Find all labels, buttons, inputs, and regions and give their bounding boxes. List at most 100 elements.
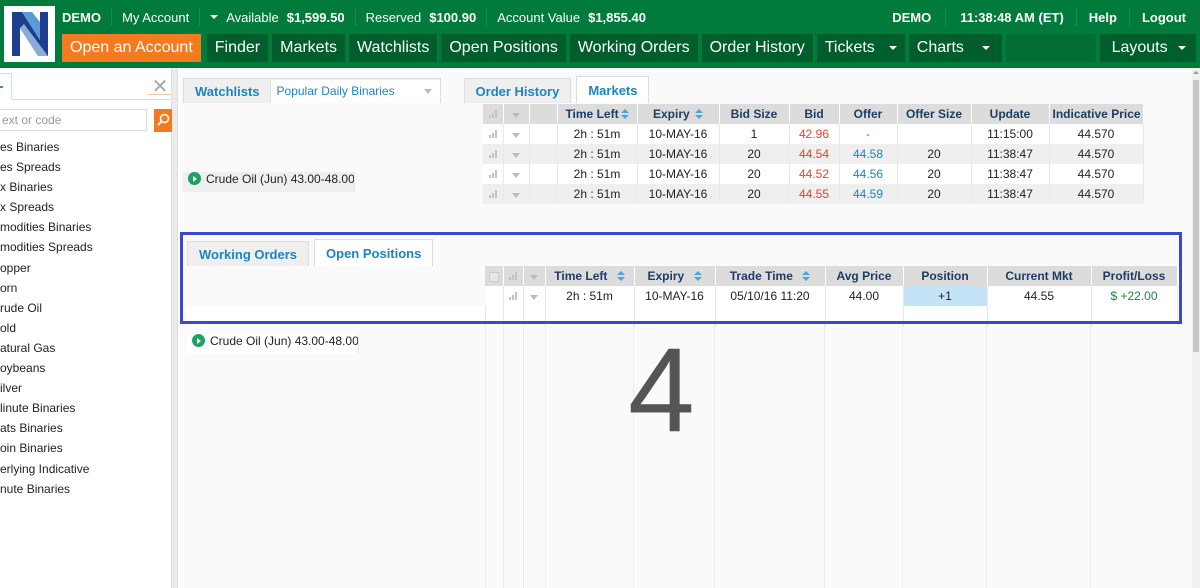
market-search-input[interactable] xyxy=(0,109,147,131)
category-item[interactable]: modities Binaries xyxy=(0,217,170,237)
col-time-left[interactable]: Time Left xyxy=(545,266,635,286)
offer-cell[interactable]: - xyxy=(839,124,898,144)
tab-order-history[interactable]: Order History xyxy=(463,78,572,103)
col-time-left[interactable]: Time Left xyxy=(557,104,638,124)
nav-working-orders-label: Working Orders xyxy=(577,39,690,56)
market-row[interactable]: Crude Oil (Jun) 43.00-48.00 (2:30PM) 2h :… xyxy=(183,172,1144,204)
chevron-down-icon xyxy=(530,295,538,300)
help-link[interactable]: Help xyxy=(1089,10,1117,25)
signal-cell[interactable] xyxy=(483,184,504,204)
positions-panel-tabs: Working Orders Open Positions xyxy=(187,238,438,266)
panel-splitter[interactable] xyxy=(172,68,178,588)
nav-open-positions[interactable]: Open Positions xyxy=(441,34,566,62)
category-item[interactable]: nute Binaries xyxy=(0,479,170,499)
menu-cell[interactable] xyxy=(503,144,530,164)
offer-cell[interactable]: 44.58 xyxy=(839,144,898,164)
category-item[interactable]: x Binaries xyxy=(0,177,170,197)
scroll-up-icon[interactable] xyxy=(1193,71,1199,74)
category-item[interactable]: opper xyxy=(0,258,170,278)
watchlist-select[interactable]: Popular Daily Binaries xyxy=(269,79,440,103)
logout-link[interactable]: Logout xyxy=(1142,10,1186,25)
scrollbar-thumb[interactable] xyxy=(1193,80,1199,352)
tab-working-orders[interactable]: Working Orders xyxy=(187,241,310,266)
contract-cell[interactable]: Crude Oil (Jun) 43.00-48.00 (2:30PM) xyxy=(187,334,359,354)
category-item[interactable]: es Binaries xyxy=(0,137,170,157)
category-item[interactable]: orn xyxy=(0,278,170,298)
col-bid[interactable]: Bid xyxy=(789,104,840,124)
nav-empty-slot xyxy=(1005,34,1096,62)
category-item[interactable]: ats Binaries xyxy=(0,418,170,438)
open-account-button[interactable]: Open an Account xyxy=(62,34,201,62)
category-item[interactable]: modities Spreads xyxy=(0,237,170,257)
col-expiry[interactable]: Expiry xyxy=(637,104,720,124)
category-item[interactable]: atural Gas xyxy=(0,338,170,358)
col-offer[interactable]: Offer xyxy=(839,104,898,124)
nav-working-orders[interactable]: Working Orders xyxy=(569,34,698,62)
nav-markets[interactable]: Markets xyxy=(272,34,346,62)
tab-watchlists[interactable]: Watchlists Popular Daily Binaries xyxy=(183,78,441,103)
col-bid-size[interactable]: Bid Size xyxy=(719,104,790,124)
contract-cell[interactable]: Crude Oil (Jun) 43.00-48.00 (2:30PM) xyxy=(183,172,355,192)
play-icon[interactable] xyxy=(188,172,201,185)
signal-cell[interactable] xyxy=(483,144,504,164)
signal-cell[interactable] xyxy=(483,164,504,184)
col-indicative-price[interactable]: Indicative Price xyxy=(1049,104,1144,124)
market-row[interactable]: Crude Oil (Jun) 38.00-48.00 (2:30PM)2h :… xyxy=(183,144,1144,192)
close-icon[interactable]: ✕ xyxy=(150,74,170,99)
category-item[interactable]: oybeans xyxy=(0,358,170,378)
finder-tab[interactable] xyxy=(0,73,12,99)
vertical-scrollbar[interactable] xyxy=(1192,68,1200,588)
tab-open-positions[interactable]: Open Positions xyxy=(314,239,434,266)
nav-tickets[interactable]: Tickets xyxy=(816,34,905,62)
col-expiry[interactable]: Expiry xyxy=(634,266,716,286)
nav-watchlists[interactable]: Watchlists xyxy=(349,34,438,62)
offer-cell[interactable]: 44.59 xyxy=(839,184,898,204)
col-update[interactable]: Update xyxy=(971,104,1050,124)
nav-finder[interactable]: Finder xyxy=(206,34,269,62)
col-current-mkt[interactable]: Current Mkt xyxy=(987,266,1092,286)
menu-cell[interactable] xyxy=(503,124,530,144)
nav-order-history[interactable]: Order History xyxy=(701,34,813,62)
tab-markets[interactable]: Markets xyxy=(576,76,650,103)
position-cell[interactable]: +1 xyxy=(903,286,988,306)
col-avg-price[interactable]: Avg Price xyxy=(825,266,904,286)
current-mkt-cell: 44.55 xyxy=(987,286,1092,306)
category-item[interactable]: x Spreads xyxy=(0,197,170,217)
col-offer-size[interactable]: Offer Size xyxy=(897,104,972,124)
category-item[interactable]: linute Binaries xyxy=(0,398,170,418)
position-row[interactable]: Crude Oil (Jun) 43.00-48.00 (2:30PM) 2h :… xyxy=(187,286,1178,354)
category-item[interactable]: old xyxy=(0,318,170,338)
panel-divider xyxy=(12,99,172,100)
category-item[interactable]: oin Binaries xyxy=(0,438,170,458)
nadex-logo[interactable] xyxy=(4,6,55,62)
category-item[interactable]: erlying Indicative xyxy=(0,459,170,479)
bid-cell[interactable]: 42.96 xyxy=(789,124,840,144)
signal-cell[interactable] xyxy=(503,286,524,306)
search-button[interactable] xyxy=(154,109,172,132)
menu-cell[interactable] xyxy=(503,184,530,204)
menu-cell[interactable] xyxy=(523,286,546,306)
nav-charts[interactable]: Charts xyxy=(908,34,1002,62)
account-dropdown-icon[interactable] xyxy=(210,15,219,19)
category-item[interactable]: ilver xyxy=(0,378,170,398)
play-icon[interactable] xyxy=(192,334,205,347)
col-trade-time[interactable]: Trade Time xyxy=(715,266,826,286)
col-position[interactable]: Position xyxy=(903,266,988,286)
grid-line xyxy=(902,324,903,588)
markets-header-row: Contract Time Left Expiry Bid Size Bid O… xyxy=(183,104,1144,192)
nav-layouts[interactable]: Layouts xyxy=(1099,34,1196,62)
bid-cell[interactable]: 44.52 xyxy=(789,164,840,184)
expiry-cell: 10-MAY-16 xyxy=(637,144,720,164)
category-item[interactable]: rude Oil xyxy=(0,298,170,318)
my-account-link[interactable]: My Account xyxy=(122,10,189,25)
menu-cell[interactable] xyxy=(503,164,530,184)
category-item[interactable]: es Spreads xyxy=(0,157,170,177)
bid-cell[interactable]: 44.55 xyxy=(789,184,840,204)
market-row[interactable]: Crude Oil (Jun) 38.00-43.00 (2:30PM)2h :… xyxy=(183,124,1144,192)
chevron-down-icon xyxy=(512,153,520,158)
avg-price-cell: 44.00 xyxy=(825,286,904,306)
offer-cell[interactable]: 44.56 xyxy=(839,164,898,184)
col-profit-loss[interactable]: Profit/Loss xyxy=(1091,266,1178,286)
bid-cell[interactable]: 44.54 xyxy=(789,144,840,164)
signal-cell[interactable] xyxy=(483,124,504,144)
